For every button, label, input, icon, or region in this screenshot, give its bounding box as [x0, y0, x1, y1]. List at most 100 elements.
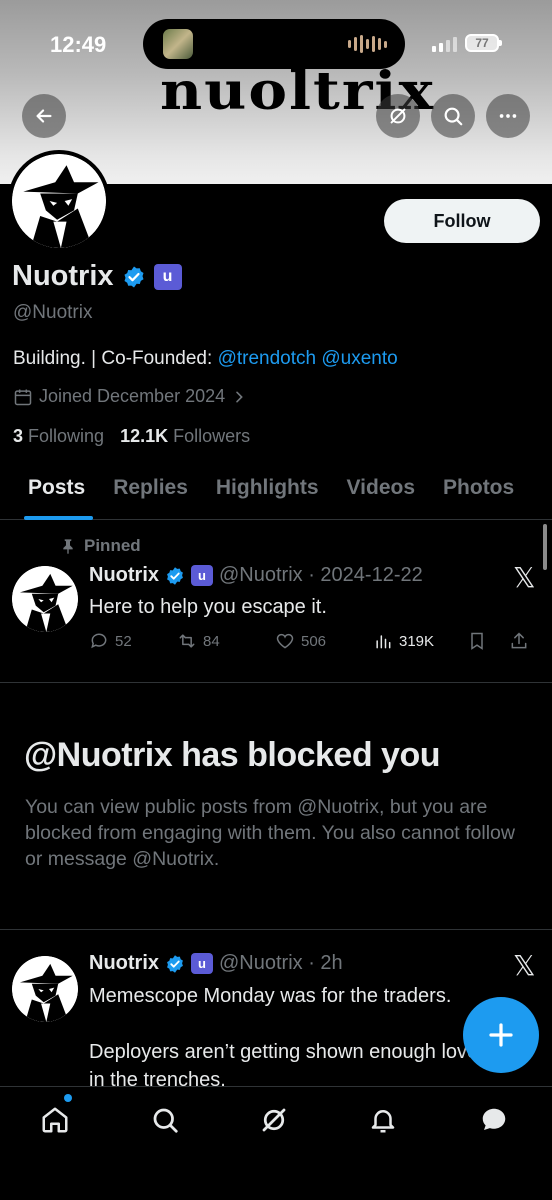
spy-avatar-icon: [12, 956, 78, 1022]
reply-action[interactable]: 52: [89, 631, 177, 651]
x-logo-icon: 𝕏: [513, 561, 536, 594]
nav-messages[interactable]: [477, 1103, 511, 1137]
post-text-line-1: Memescope Monday was for the traders.: [89, 985, 452, 1007]
battery-icon: 77: [465, 34, 502, 52]
scrollbar[interactable]: [543, 524, 547, 570]
affiliate-badge: u: [191, 953, 213, 974]
repost-count: 84: [203, 632, 220, 650]
more-button[interactable]: [486, 94, 530, 138]
bio-link-trendotch[interactable]: @trendotch: [218, 348, 317, 369]
profile-avatar[interactable]: [8, 150, 110, 252]
affiliate-badge: u: [191, 565, 213, 586]
joined-date: Joined December 2024: [39, 386, 226, 406]
tab-photos[interactable]: Photos: [429, 466, 528, 519]
followers-link[interactable]: 12.1K Followers: [120, 426, 250, 447]
search-button[interactable]: [431, 94, 475, 138]
verified-badge-icon: [165, 954, 185, 974]
tab-highlights[interactable]: Highlights: [202, 466, 333, 519]
compose-button[interactable]: [463, 997, 539, 1073]
follow-stats: 3 Following 12.1K Followers: [13, 426, 250, 447]
post-meta: @Nuotrix · 2024-12-22: [219, 564, 423, 586]
views-icon: [376, 635, 391, 649]
plus-icon: [489, 1023, 513, 1047]
chevron-right-icon: [236, 391, 243, 402]
grok-button[interactable]: [376, 94, 420, 138]
back-arrow-icon: [36, 109, 52, 123]
spy-avatar-icon: [12, 566, 78, 632]
following-link[interactable]: 3 Following: [13, 426, 104, 447]
messages-icon: [482, 1108, 506, 1130]
followers-count: 12.1K: [120, 426, 169, 446]
grok-icon: [390, 108, 406, 124]
like-count: 506: [301, 632, 327, 650]
heart-icon: [276, 633, 294, 649]
search-icon: [444, 107, 463, 126]
post-actions: 52 84 506 319K: [89, 631, 539, 651]
bio-link-uxento[interactable]: @uxento: [321, 348, 397, 369]
verified-badge-icon[interactable]: [122, 265, 146, 289]
divider: [0, 929, 552, 930]
followers-label: Followers: [173, 426, 251, 446]
tab-posts[interactable]: Posts: [0, 466, 99, 520]
home-icon: [42, 1107, 68, 1133]
affiliate-badge[interactable]: u: [153, 263, 182, 290]
following-count: 3: [13, 426, 24, 446]
back-button[interactable]: [22, 94, 66, 138]
post-avatar[interactable]: [12, 566, 78, 632]
verified-badge-icon: [165, 566, 185, 586]
nav-notifications[interactable]: [366, 1103, 400, 1137]
bio-text: Building. | Co-Founded:: [13, 348, 218, 369]
profile-name: Nuotrix: [12, 260, 114, 292]
signal-icon: [432, 37, 457, 52]
bookmark-action[interactable]: [467, 631, 509, 651]
views-count: 319K: [399, 632, 435, 650]
status-time: 12:49: [50, 32, 107, 57]
divider: [0, 682, 552, 683]
post-header: Nuotrix u @Nuotrix · 2h: [89, 952, 343, 975]
home-unread-dot: [64, 1094, 72, 1102]
pinned-indicator: Pinned: [60, 536, 141, 556]
nav-home[interactable]: [38, 1103, 72, 1137]
blocked-title: @Nuotrix has blocked you: [24, 736, 441, 774]
search-icon: [153, 1108, 178, 1133]
profile-handle: @Nuotrix: [13, 302, 93, 323]
post-author-name[interactable]: Nuotrix: [89, 564, 159, 587]
tab-replies[interactable]: Replies: [99, 466, 202, 519]
share-icon: [511, 632, 527, 649]
post-meta: @Nuotrix · 2h: [219, 952, 343, 974]
calendar-icon: [14, 389, 32, 405]
nav-grok[interactable]: [257, 1103, 291, 1137]
pin-icon: [63, 539, 73, 554]
post-avatar[interactable]: [12, 956, 78, 1022]
bottom-nav: [0, 1086, 552, 1200]
like-action[interactable]: 506: [275, 631, 373, 651]
follow-button[interactable]: Follow: [384, 199, 540, 243]
grok-icon: [262, 1108, 286, 1132]
now-playing-artwork: [163, 29, 193, 59]
blocked-description: You can view public posts from @Nuotrix,…: [25, 796, 515, 870]
reply-count: 52: [115, 632, 132, 650]
tab-videos[interactable]: Videos: [333, 466, 429, 519]
audio-wave-icon: [348, 35, 387, 53]
post-author-name[interactable]: Nuotrix: [89, 952, 159, 975]
more-icon: [499, 114, 517, 118]
repost-icon: [179, 634, 195, 648]
bookmark-icon: [471, 632, 483, 650]
share-action[interactable]: [509, 631, 529, 651]
post-header: Nuotrix u @Nuotrix · 2024-12-22: [89, 564, 423, 587]
nav-search[interactable]: [148, 1103, 182, 1137]
reply-icon: [91, 633, 107, 649]
spy-avatar-icon: [12, 154, 106, 248]
joined-row[interactable]: Joined December 2024: [13, 386, 247, 407]
views-action[interactable]: 319K: [373, 631, 467, 651]
repost-action[interactable]: 84: [177, 631, 275, 651]
profile-name-row: Nuotrix u: [12, 260, 182, 293]
following-label: Following: [28, 426, 105, 446]
notifications-icon: [371, 1110, 395, 1133]
x-logo-icon: 𝕏: [513, 949, 536, 982]
post-text-line-2: Deployers aren’t getting shown enough lo…: [89, 1041, 479, 1063]
profile-tabs: Posts Replies Highlights Videos Photos: [0, 466, 552, 520]
profile-bio: Building. | Co-Founded: @trendotch @uxen…: [13, 348, 398, 370]
pinned-label: Pinned: [84, 536, 141, 555]
post-text: Here to help you escape it.: [89, 596, 327, 618]
